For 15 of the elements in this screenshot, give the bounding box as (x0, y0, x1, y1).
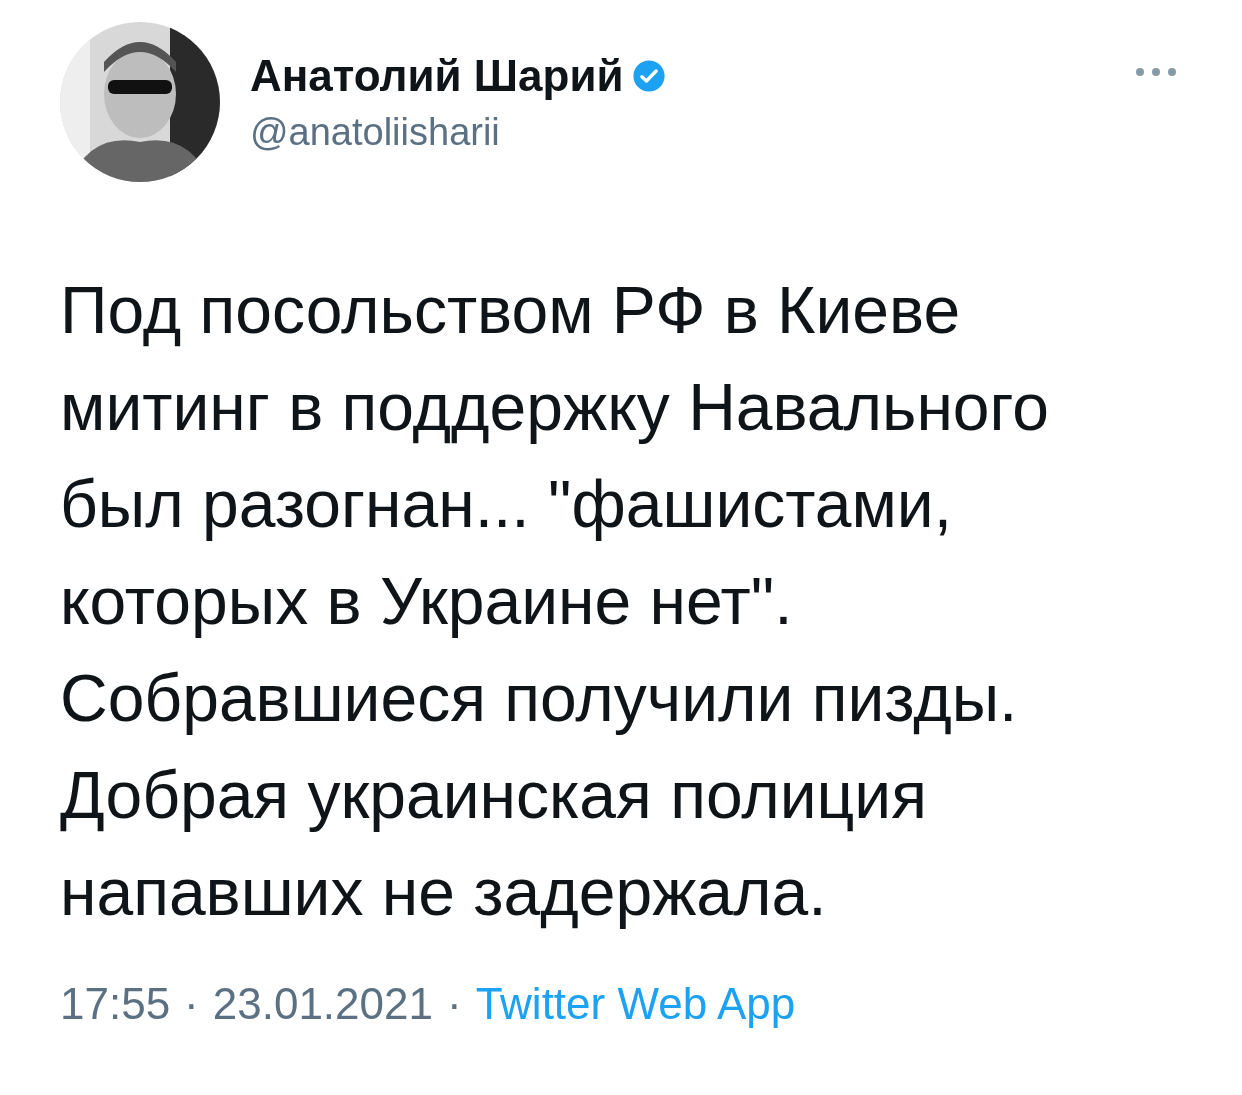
separator-dot: · (447, 979, 462, 1029)
author-name[interactable]: Анатолий Шарий (250, 50, 624, 101)
author-handle[interactable]: @anatoliisharii (250, 110, 1104, 154)
separator-dot: · (184, 979, 199, 1029)
tweet-text-line: Под посольством РФ в Киеве (60, 272, 962, 349)
tweet-text-line: Собравшиеся получили пизды. (60, 660, 1019, 737)
tweet-text-line: митинг в поддержку Навального (60, 369, 1050, 446)
tweet-text-line: Добрая украинская полиция (60, 757, 928, 834)
tweet-text-line: был разогнан... "фашистами, (60, 466, 954, 543)
tweet-text-line: которых в Украине нет". (60, 563, 794, 640)
tweet-date[interactable]: 23.01.2021 (212, 979, 433, 1029)
tweet-text-line: напавших не задержала. (60, 854, 828, 931)
tweet-time[interactable]: 17:55 (60, 979, 171, 1029)
source-link[interactable]: Twitter Web App (475, 979, 796, 1029)
more-icon[interactable] (1134, 66, 1178, 78)
